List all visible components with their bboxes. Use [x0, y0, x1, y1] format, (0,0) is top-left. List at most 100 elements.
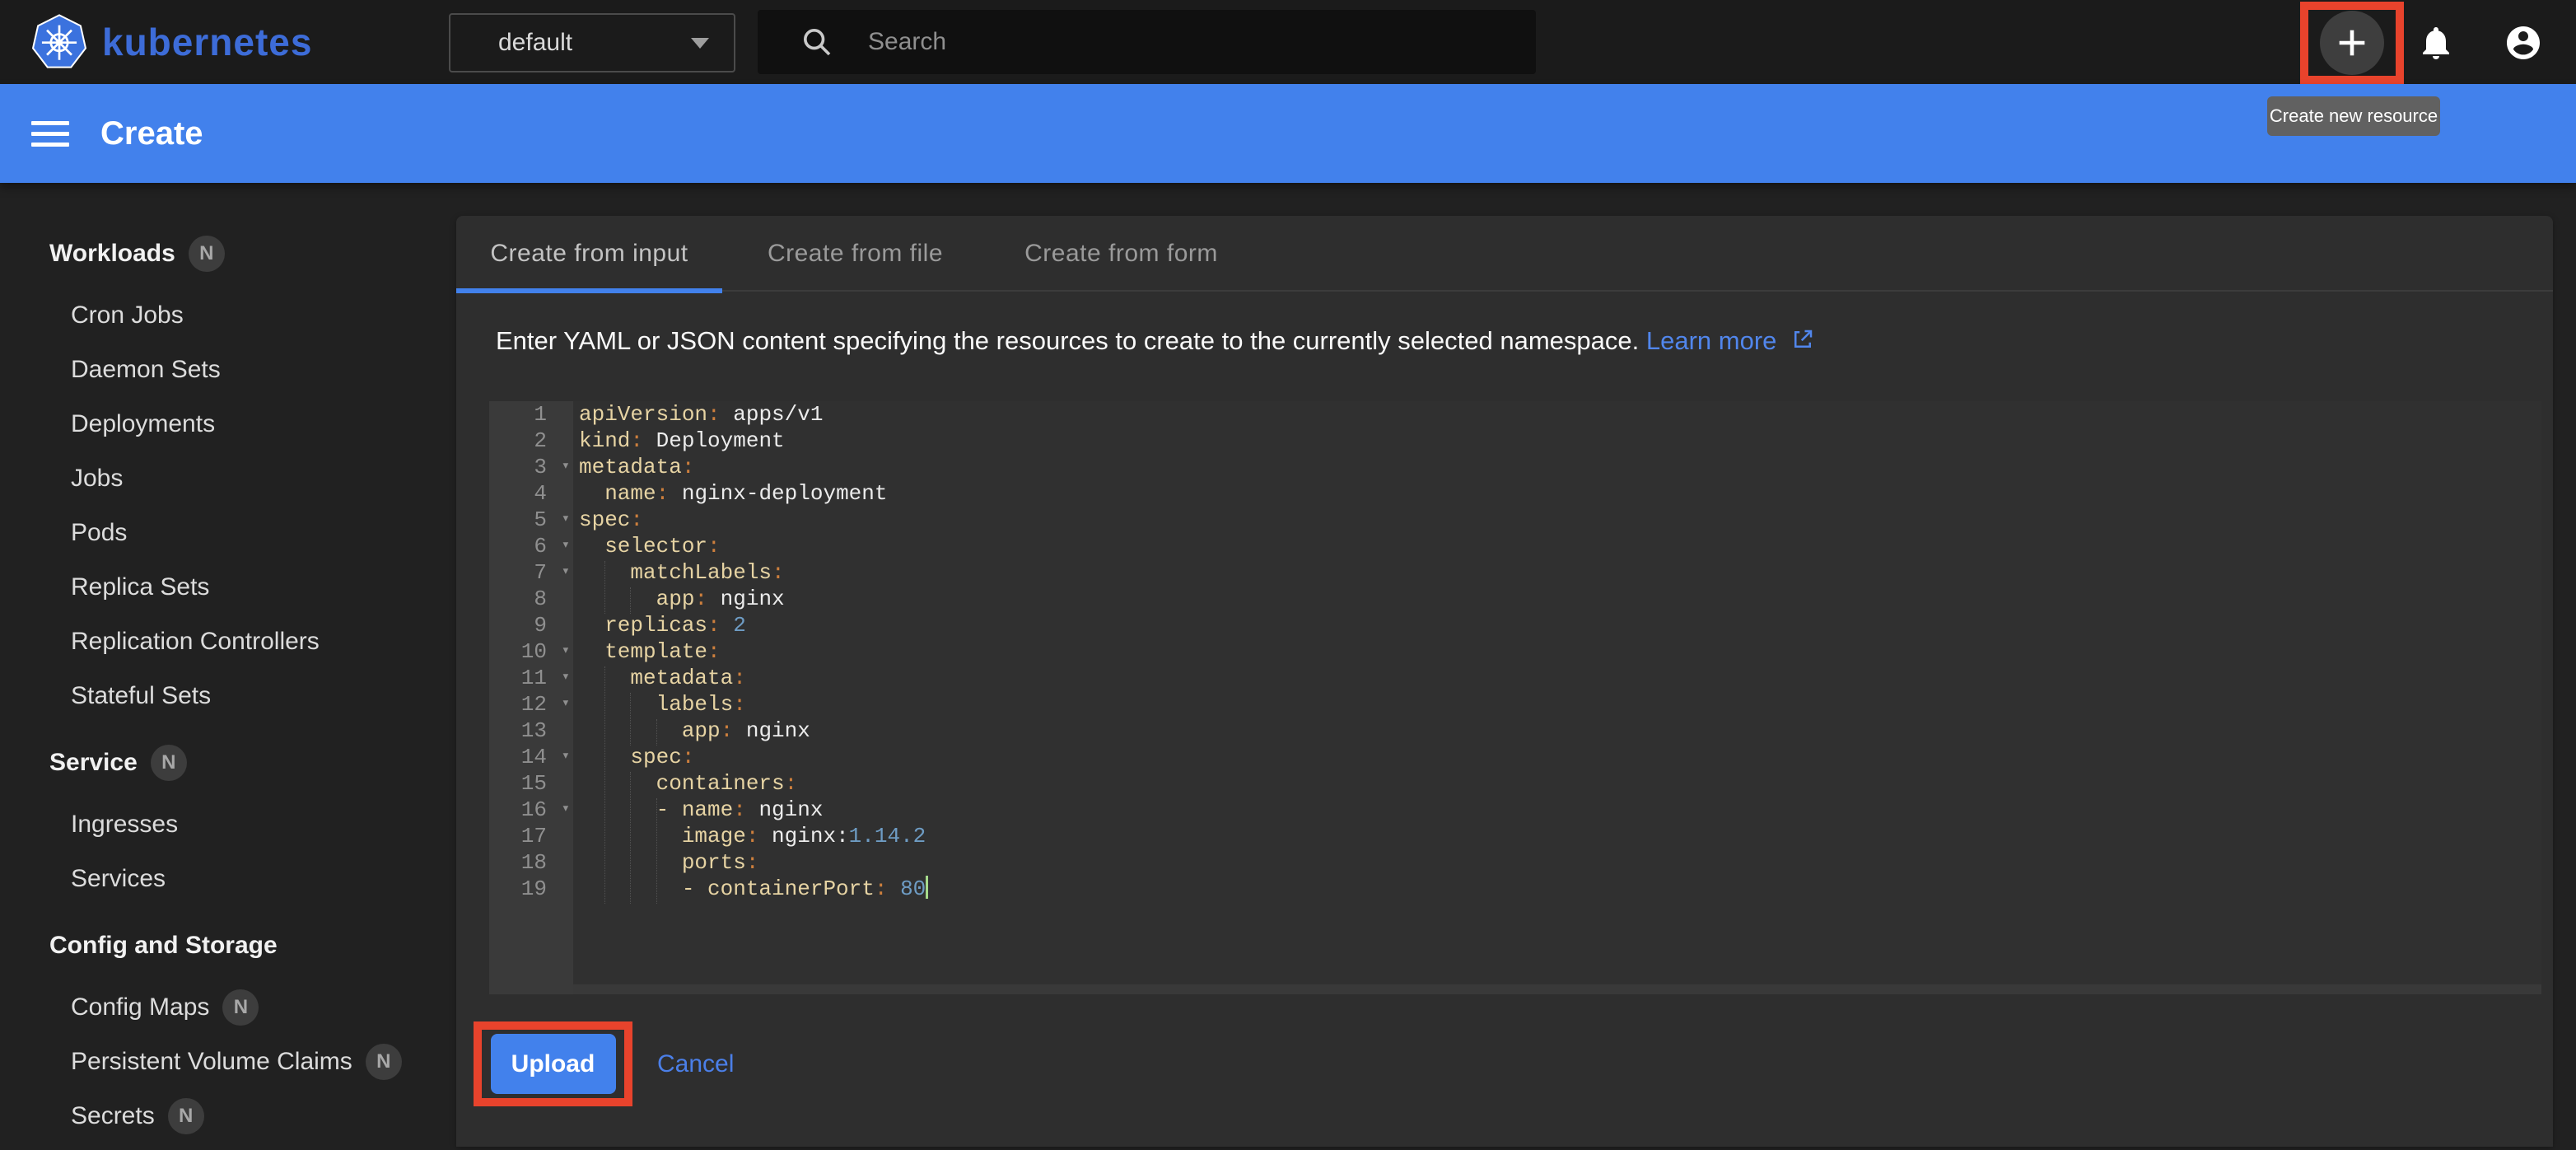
- sidebar-item-config-maps[interactable]: Config Maps N: [0, 980, 456, 1035]
- yaml-editor[interactable]: 123▾45▾6▾7▾8910▾11▾12▾1314▾1516▾171819 a…: [489, 401, 2541, 994]
- description-text: Enter YAML or JSON content specifying th…: [496, 326, 1815, 356]
- search-bar[interactable]: [758, 10, 1536, 74]
- sidebar-item-replica-sets[interactable]: Replica Sets: [0, 560, 456, 615]
- sidebar-item-pods[interactable]: Pods: [0, 506, 456, 560]
- fold-arrow-icon[interactable]: ▾: [562, 507, 570, 533]
- sidebar-item-label: Daemon Sets: [71, 356, 221, 384]
- indent-guide: [604, 666, 605, 904]
- line-number: 2: [489, 428, 573, 454]
- line-number: 19: [489, 876, 573, 902]
- sidebar-item-label: Secrets: [71, 1102, 155, 1130]
- line-number: 10▾: [489, 638, 573, 665]
- annotation-highlight-create-button: [2300, 2, 2404, 84]
- annotation-highlight-upload-button: Upload: [474, 1021, 632, 1106]
- indent-guide: [656, 798, 657, 904]
- kubernetes-dashboard: kubernetes default: [0, 0, 2576, 1150]
- namespaced-badge: N: [222, 989, 259, 1026]
- fold-arrow-icon[interactable]: ▾: [562, 454, 570, 480]
- sidebar-nav: Workloads N Cron Jobs Daemon Sets Deployment…: [0, 183, 456, 1150]
- external-link-icon: [1790, 327, 1815, 352]
- indent-guide: [630, 587, 631, 614]
- code-line: metadata:: [573, 665, 2541, 691]
- line-number: 13: [489, 718, 573, 744]
- sidebar-item-label: Cron Jobs: [71, 302, 184, 330]
- editor-code[interactable]: apiVersion: apps/v1kind: Deploymentmetad…: [573, 401, 2541, 994]
- line-number: 12▾: [489, 691, 573, 718]
- code-line: containers:: [573, 770, 2541, 797]
- brand[interactable]: kubernetes: [31, 14, 312, 70]
- code-line: - containerPort: 80: [573, 876, 2541, 902]
- namespaced-badge: N: [168, 1098, 204, 1134]
- search-icon: [800, 26, 833, 58]
- sidebar-section-service[interactable]: ServiceN: [0, 735, 456, 791]
- sidebar-item-daemon-sets[interactable]: Daemon Sets: [0, 343, 456, 397]
- sidebar-item-label: Jobs: [71, 465, 123, 493]
- tooltip-create-new-resource: Create new resource: [2267, 96, 2440, 136]
- tab-create-from-form[interactable]: Create from form: [988, 216, 1254, 292]
- fold-arrow-icon[interactable]: ▾: [562, 665, 570, 691]
- fold-arrow-icon[interactable]: ▾: [562, 797, 570, 823]
- code-line: template:: [573, 638, 2541, 665]
- indent-guide: [630, 693, 631, 746]
- line-number: 3▾: [489, 454, 573, 480]
- fold-arrow-icon[interactable]: ▾: [562, 533, 570, 559]
- line-number: 8: [489, 586, 573, 612]
- sidebar-section-workloads[interactable]: Workloads N: [0, 226, 456, 282]
- description-body: Enter YAML or JSON content specifying th…: [496, 326, 1639, 355]
- fold-arrow-icon[interactable]: ▾: [562, 638, 570, 665]
- learn-more-link[interactable]: Learn more: [1646, 326, 1815, 355]
- sidebar-item-label: Pods: [71, 519, 127, 547]
- namespace-selector[interactable]: default: [449, 13, 735, 72]
- indent-guide: [630, 772, 631, 904]
- sidebar-item-services[interactable]: Services: [0, 852, 456, 906]
- sidebar-item-label: Replication Controllers: [71, 628, 320, 656]
- upload-button[interactable]: Upload: [491, 1034, 616, 1094]
- line-number: 11▾: [489, 665, 573, 691]
- sidebar-item-jobs[interactable]: Jobs: [0, 451, 456, 506]
- sidebar-section-label: Workloads: [49, 240, 175, 268]
- account-icon[interactable]: [2504, 23, 2543, 63]
- actions-row: Upload Cancel: [474, 1021, 734, 1106]
- sidebar-item-persistent-volume-claims[interactable]: Persistent Volume ClaimsN: [0, 1035, 456, 1089]
- create-card: Create from inputCreate from fileCreate …: [456, 216, 2553, 1147]
- sidebar-item-label: Config Maps: [71, 993, 209, 1021]
- namespaced-badge: N: [151, 745, 187, 781]
- code-line: image: nginx:1.14.2: [573, 823, 2541, 849]
- line-number: 1: [489, 401, 573, 428]
- cancel-button[interactable]: Cancel: [657, 1050, 734, 1078]
- sidebar-item-replication-controllers[interactable]: Replication Controllers: [0, 615, 456, 669]
- editor-horizontal-scrollbar[interactable]: [573, 984, 2541, 994]
- namespace-value: default: [498, 29, 691, 57]
- code-line: metadata:: [573, 454, 2541, 480]
- editor-gutter: 123▾45▾6▾7▾8910▾11▾12▾1314▾1516▾171819: [489, 401, 573, 994]
- namespaced-badge: N: [189, 236, 225, 272]
- notifications-icon[interactable]: [2416, 23, 2456, 63]
- indent-guide: [656, 719, 657, 746]
- fold-arrow-icon[interactable]: ▾: [562, 559, 570, 586]
- code-line: name: nginx-deployment: [573, 480, 2541, 507]
- code-line: kind: Deployment: [573, 428, 2541, 454]
- tab-create-from-file[interactable]: Create from file: [722, 216, 988, 292]
- fold-arrow-icon[interactable]: ▾: [562, 691, 570, 718]
- code-line: app: nginx: [573, 586, 2541, 612]
- brand-title: kubernetes: [102, 20, 312, 64]
- create-new-resource-button[interactable]: [2320, 11, 2384, 75]
- code-line: replicas: 2: [573, 612, 2541, 638]
- line-number: 18: [489, 849, 573, 876]
- sidebar-item-cron-jobs[interactable]: Cron Jobs: [0, 288, 456, 343]
- menu-icon[interactable]: [31, 115, 69, 153]
- line-number: 15: [489, 770, 573, 797]
- code-line: selector:: [573, 533, 2541, 559]
- sidebar-item-deployments[interactable]: Deployments: [0, 397, 456, 451]
- fold-arrow-icon[interactable]: ▾: [562, 744, 570, 770]
- sidebar-item-secrets[interactable]: Secrets N: [0, 1089, 456, 1143]
- top-toolbar: kubernetes default: [0, 0, 2576, 84]
- sidebar-item-stateful-sets[interactable]: Stateful Sets: [0, 669, 456, 723]
- kubernetes-logo: [31, 14, 87, 70]
- sidebar-item-label: Deployments: [71, 410, 215, 438]
- sidebar-item-label: Ingresses: [71, 811, 178, 839]
- sidebar-section-config-and-storage[interactable]: Config and Storage: [0, 918, 456, 974]
- sidebar-item-ingresses[interactable]: Ingresses: [0, 797, 456, 852]
- search-input[interactable]: [868, 28, 1494, 56]
- tab-create-from-input[interactable]: Create from input: [456, 216, 722, 292]
